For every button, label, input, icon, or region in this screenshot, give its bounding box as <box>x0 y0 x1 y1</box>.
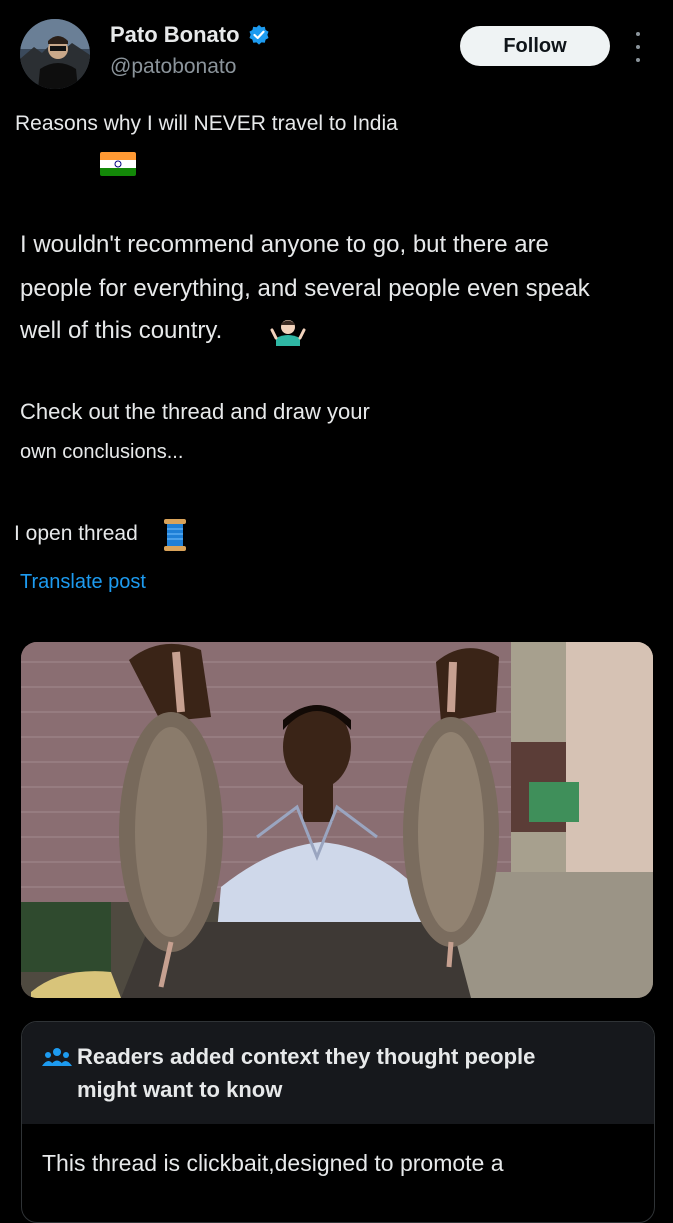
post-text-line: people for everything, and several peopl… <box>20 275 590 302</box>
verified-badge-icon <box>248 24 270 46</box>
post-text-line: well of this country. <box>20 317 223 344</box>
post-text-line: I open thread <box>14 522 138 545</box>
post-text-line: Check out the thread and draw your <box>20 399 370 424</box>
community-note[interactable]: Readers added context they thought peopl… <box>21 1021 655 1223</box>
author-name[interactable]: Pato Bonato <box>110 22 270 48</box>
india-flag-icon <box>100 152 136 176</box>
avatar[interactable] <box>20 19 90 89</box>
community-note-title: Readers added context they thought peopl… <box>77 1044 536 1069</box>
author-handle[interactable]: @patobonato <box>110 55 236 79</box>
photo-man-holding-rats <box>21 642 653 998</box>
follow-button[interactable]: Follow <box>460 26 610 66</box>
community-note-body: This thread is clickbait,designed to pro… <box>42 1150 504 1176</box>
person-shrugging-icon <box>270 316 306 346</box>
community-note-title: might want to know <box>77 1077 283 1102</box>
translate-post-link[interactable]: Translate post <box>20 571 146 594</box>
post-text-line: own conclusions... <box>20 441 184 463</box>
people-icon <box>42 1047 72 1067</box>
post-text-line: I wouldn't recommend anyone to go, but t… <box>20 231 549 258</box>
post-text-line: Reasons why I will NEVER travel to India <box>15 112 398 135</box>
post-image[interactable] <box>21 642 653 998</box>
author-name-text: Pato Bonato <box>110 22 240 47</box>
thread-spool-icon <box>162 517 188 553</box>
avatar-image <box>20 19 90 89</box>
more-vertical-icon[interactable] <box>628 32 648 62</box>
community-note-header: Readers added context they thought peopl… <box>22 1022 654 1124</box>
